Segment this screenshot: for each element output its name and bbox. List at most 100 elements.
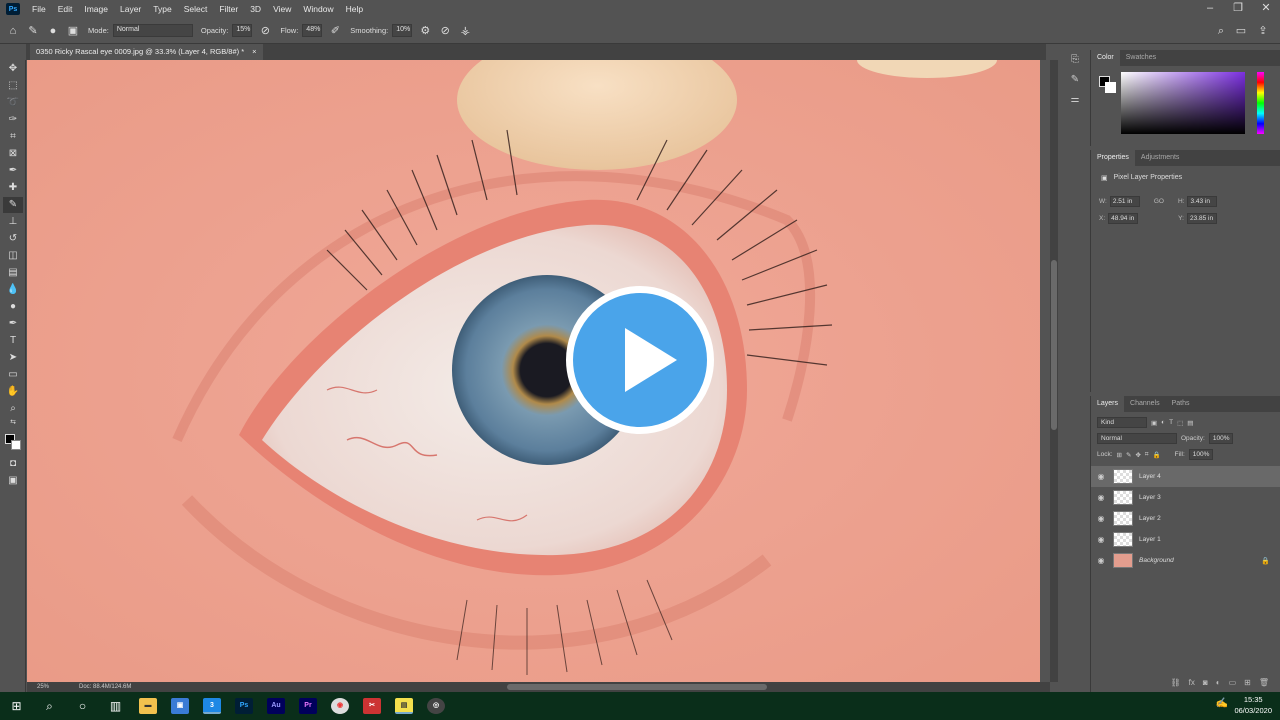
home-icon[interactable]: ⌂ [6, 24, 20, 38]
eyedropper-tool-icon[interactable]: ✒ [3, 163, 23, 179]
layer-opacity-field[interactable]: 100% [1208, 433, 1233, 444]
link-layers-icon[interactable]: ⛓ [1171, 678, 1181, 692]
menu-window[interactable]: Window [297, 4, 339, 14]
healing-brush-tool-icon[interactable]: ✚ [3, 180, 23, 196]
layer-row[interactable]: ◉ Layer 2 [1091, 508, 1280, 529]
lock-transparent-icon[interactable]: ⊞ [1117, 451, 1122, 459]
pressure-size-icon[interactable]: ⊘ [438, 24, 452, 38]
menu-select[interactable]: Select [178, 4, 214, 14]
tab-layers[interactable]: Layers [1091, 396, 1125, 412]
cortana-icon[interactable]: ○ [66, 692, 99, 720]
layer-row[interactable]: ◉ Layer 3 [1091, 487, 1280, 508]
airbrush-icon[interactable]: ✐ [328, 24, 342, 38]
move-tool-icon[interactable]: ✥ [3, 61, 23, 77]
group-icon[interactable]: ▭ [1229, 678, 1237, 692]
windows-start-icon[interactable]: ⊞ [0, 692, 33, 720]
visibility-eye-icon[interactable]: ◉ [1091, 514, 1111, 523]
history-icon[interactable]: ⎘ [1065, 54, 1085, 70]
layer-row[interactable]: ◉ Layer 4 [1091, 466, 1280, 487]
marquee-tool-icon[interactable]: ⬚ [3, 78, 23, 94]
filter-adjust-icon[interactable]: ◐ [1161, 419, 1165, 426]
menu-view[interactable]: View [267, 4, 297, 14]
lock-position-icon[interactable]: ✥ [1135, 451, 1140, 459]
brushes-icon[interactable]: ✎ [1065, 74, 1085, 90]
crop-tool-icon[interactable]: ⌗ [3, 129, 23, 145]
minimize-button[interactable]: – [1196, 0, 1224, 18]
visibility-eye-icon[interactable]: ◉ [1091, 493, 1111, 502]
menu-layer[interactable]: Layer [114, 4, 147, 14]
filter-shape-icon[interactable]: ⬚ [1177, 419, 1183, 427]
tab-paths[interactable]: Paths [1166, 396, 1196, 412]
filter-pixel-icon[interactable]: ▣ [1151, 419, 1157, 427]
tab-properties[interactable]: Properties [1091, 150, 1135, 166]
filter-smart-icon[interactable]: ▤ [1187, 419, 1193, 427]
canvas[interactable] [27, 60, 1040, 682]
visibility-eye-icon[interactable]: ◉ [1091, 535, 1111, 544]
background-color[interactable] [11, 440, 21, 450]
menu-filter[interactable]: Filter [213, 4, 244, 14]
new-layer-icon[interactable]: ⊞ [1244, 678, 1251, 692]
sticky-notes-icon[interactable]: ▤ [395, 698, 413, 714]
swap-colors-icon[interactable]: ⇆ [3, 418, 23, 428]
history-brush-tool-icon[interactable]: ↺ [3, 231, 23, 247]
blend-mode-select[interactable]: Normal [1097, 433, 1177, 444]
opacity-field[interactable]: 15% [232, 24, 253, 37]
hand-tool-icon[interactable]: ✋ [3, 384, 23, 400]
system-clock[interactable]: 15:35 06/03/2020 [1234, 694, 1272, 716]
screen-mode-icon[interactable]: ▣ [3, 473, 23, 489]
path-select-tool-icon[interactable]: ➤ [3, 350, 23, 366]
lock-artboard-icon[interactable]: ⌗ [1145, 451, 1149, 459]
brush-size-icon[interactable]: ● [46, 24, 60, 38]
adjustments-icon[interactable]: ⚌ [1065, 94, 1085, 110]
eraser-tool-icon[interactable]: ◫ [3, 248, 23, 264]
obs-icon[interactable]: ◎ [427, 698, 445, 714]
premiere-icon[interactable]: Pr [299, 698, 317, 714]
pen-tool-icon[interactable]: ✒ [3, 316, 23, 332]
rectangle-tool-icon[interactable]: ▭ [3, 367, 23, 383]
layer-filter-select[interactable]: Kind [1097, 417, 1147, 428]
fill-field[interactable]: 100% [1188, 449, 1213, 460]
quick-mask-icon[interactable]: ◘ [3, 456, 23, 472]
zoom-level[interactable]: 25% [37, 682, 49, 692]
brush-settings-icon[interactable]: ▣ [66, 24, 80, 38]
smoothing-field[interactable]: 10% [392, 24, 413, 37]
app-3-icon[interactable]: 3 [203, 698, 221, 714]
blur-tool-icon[interactable]: 💧 [3, 282, 23, 298]
link-icon[interactable]: GO [1154, 198, 1164, 205]
layer-row[interactable]: ◉ Background 🔒 [1091, 550, 1280, 571]
document-tab[interactable]: 0350 Ricky Rascal eye 0009.jpg @ 33.3% (… [30, 44, 263, 60]
type-tool-icon[interactable]: T [3, 333, 23, 349]
mode-select[interactable]: Normal [112, 24, 193, 37]
frame-tool-icon[interactable]: ⊠ [3, 146, 23, 162]
menu-type[interactable]: Type [147, 4, 177, 14]
workspace-icon[interactable]: ▭ [1234, 24, 1248, 38]
visibility-eye-icon[interactable]: ◉ [1091, 472, 1111, 481]
dodge-tool-icon[interactable]: ● [3, 299, 23, 315]
pressure-opacity-icon[interactable]: ⊘ [258, 24, 272, 38]
clone-stamp-tool-icon[interactable]: ⊥ [3, 214, 23, 230]
quick-select-tool-icon[interactable]: ✑ [3, 112, 23, 128]
pen-tray-icon[interactable]: ✍ [1216, 698, 1228, 709]
height-field[interactable]: 3.43 in [1187, 196, 1218, 207]
close-icon[interactable]: × [252, 44, 256, 60]
gear-icon[interactable]: ⚙ [418, 24, 432, 38]
layer-row[interactable]: ◉ Layer 1 [1091, 529, 1280, 550]
background-color[interactable] [1105, 82, 1116, 93]
search-icon[interactable]: ⌕ [1214, 24, 1228, 38]
photoshop-icon[interactable]: Ps [235, 698, 253, 714]
vertical-scroll-thumb[interactable] [1051, 260, 1057, 430]
store-icon[interactable]: ▣ [171, 698, 189, 714]
lock-pixels-icon[interactable]: ✎ [1126, 451, 1131, 459]
color-picker-field[interactable] [1121, 72, 1245, 134]
menu-help[interactable]: Help [340, 4, 369, 14]
menu-edit[interactable]: Edit [52, 4, 79, 14]
audition-icon[interactable]: Au [267, 698, 285, 714]
tab-color[interactable]: Color [1091, 50, 1120, 66]
restore-button[interactable]: ❐ [1224, 0, 1252, 18]
flow-field[interactable]: 48% [302, 24, 323, 37]
tab-swatches[interactable]: Swatches [1120, 50, 1162, 66]
visibility-eye-icon[interactable]: ◉ [1091, 556, 1111, 565]
x-field[interactable]: 48.94 in [1108, 213, 1139, 224]
menu-3d[interactable]: 3D [244, 4, 267, 14]
menu-file[interactable]: File [26, 4, 52, 14]
